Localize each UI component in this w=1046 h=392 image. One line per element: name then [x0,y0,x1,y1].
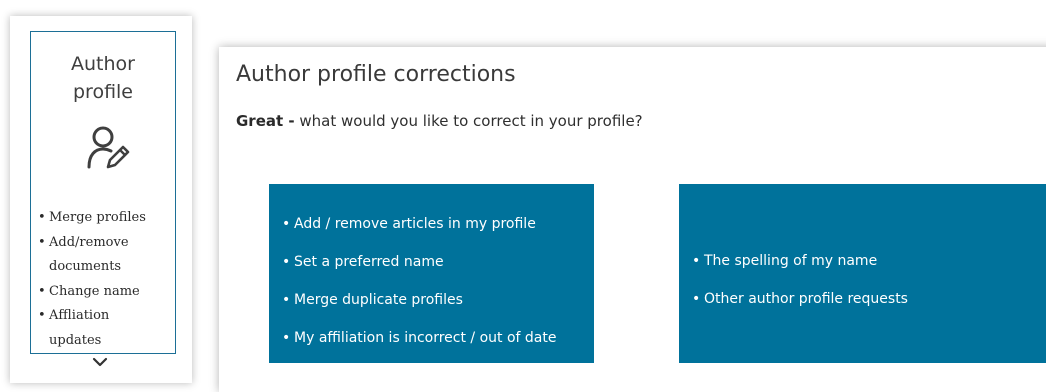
option-item: Other author profile requests [692,280,908,318]
sidebar-list: Merge profiles Add/remove documents Chan… [37,206,175,353]
option-card-articles[interactable]: Add / remove articles in my profile Set … [269,184,594,363]
sidebar-item-updates: updates [49,332,102,348]
sidebar-title-line1: Author [71,53,135,75]
option-card-name-spelling[interactable]: The spelling of my name Other author pro… [679,184,1046,363]
author-profile-card[interactable]: Author profile Merge profiles Add/remove… [10,16,192,383]
option-item: The spelling of my name [692,242,908,280]
option-item: Set a preferred name [282,243,556,281]
chevron-down-icon[interactable] [92,357,108,367]
author-profile-frame[interactable]: Author profile Merge profiles Add/remove… [30,31,176,354]
sidebar-item-change-name: Change name [37,280,175,305]
corrections-panel: Author profile corrections Great - what … [219,47,1046,392]
page-subtitle: Great - what would you like to correct i… [236,110,643,132]
page-title: Author profile corrections [236,62,516,87]
sidebar-item-add-remove: Add/remove [37,231,175,256]
sidebar-item-documents: documents [49,259,122,274]
sidebar-title: Author profile [31,50,175,106]
option-item: Add / remove articles in my profile [282,205,556,243]
option-list-left: Add / remove articles in my profile Set … [282,205,556,357]
user-edit-icon [87,126,130,169]
sidebar-title-line2: profile [72,81,133,103]
subtitle-text: what would you like to correct in your p… [294,112,643,130]
option-item: My affiliation is incorrect / out of dat… [282,319,556,357]
sidebar-item-merge-profiles: Merge profiles [37,206,175,231]
option-list-right: The spelling of my name Other author pro… [692,242,908,318]
sidebar-item-affiliation: Affliation [37,304,175,329]
option-item: Merge duplicate profiles [282,281,556,319]
subtitle-bold: Great - [236,112,295,130]
